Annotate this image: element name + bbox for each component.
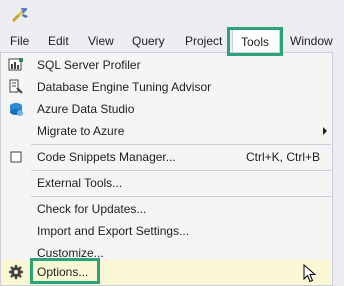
menu-item-azure-data-studio[interactable]: Azure Data Studio: [1, 98, 332, 120]
menu-item-shortcut: Ctrl+K, Ctrl+B: [246, 150, 321, 164]
ssms-app-icon[interactable]: [10, 6, 30, 24]
menu-item-import-export-settings[interactable]: Import and Export Settings...: [1, 220, 332, 242]
menu-view[interactable]: View: [88, 28, 114, 54]
mouse-cursor-icon: [303, 264, 317, 283]
menu-item-external-tools[interactable]: External Tools...: [1, 172, 332, 194]
tuning-advisor-icon: [9, 79, 23, 94]
menu-item-migrate-to-azure[interactable]: Migrate to Azure: [1, 120, 332, 142]
menu-item-database-engine-tuning-advisor[interactable]: Database Engine Tuning Advisor: [1, 76, 332, 98]
tools-dropdown-menu: SQL Server Profiler Database Engine Tuni…: [0, 52, 333, 286]
menu-item-label: Options...: [37, 265, 89, 279]
menu-item-options[interactable]: Options...: [1, 260, 332, 285]
title-bar: [0, 0, 344, 28]
menu-separator: [31, 170, 331, 171]
menu-item-label: Azure Data Studio: [37, 102, 135, 116]
menu-item-sql-server-profiler[interactable]: SQL Server Profiler: [1, 54, 332, 76]
menu-window[interactable]: Window: [290, 28, 333, 54]
menu-item-label: Code Snippets Manager...: [37, 150, 176, 164]
menu-bar: File Edit View Query Project Tools Windo…: [0, 28, 344, 54]
menu-item-label: External Tools...: [37, 176, 123, 190]
menu-project[interactable]: Project: [185, 28, 222, 54]
menu-item-check-for-updates[interactable]: Check for Updates...: [1, 198, 332, 220]
menu-separator: [31, 144, 331, 145]
menu-edit[interactable]: Edit: [48, 28, 69, 54]
menu-item-label: Migrate to Azure: [37, 124, 125, 138]
submenu-arrow-icon: [323, 127, 327, 135]
gear-icon: [9, 265, 23, 279]
menu-query[interactable]: Query: [132, 28, 165, 54]
ssms-window: File Edit View Query Project Tools Windo…: [0, 0, 344, 286]
azure-data-studio-icon: [10, 103, 23, 116]
menu-separator: [31, 196, 331, 197]
menu-item-label: Import and Export Settings...: [37, 224, 190, 238]
menu-tools[interactable]: Tools: [232, 28, 280, 54]
menu-item-label: SQL Server Profiler: [37, 58, 141, 72]
menu-file[interactable]: File: [10, 28, 29, 54]
menu-item-code-snippets-manager[interactable]: Code Snippets Manager... Ctrl+K, Ctrl+B: [1, 146, 332, 168]
sql-profiler-icon: [8, 58, 23, 71]
checkbox-icon: [10, 151, 22, 163]
menu-item-label: Database Engine Tuning Advisor: [37, 80, 212, 94]
menu-item-label: Check for Updates...: [37, 202, 147, 216]
